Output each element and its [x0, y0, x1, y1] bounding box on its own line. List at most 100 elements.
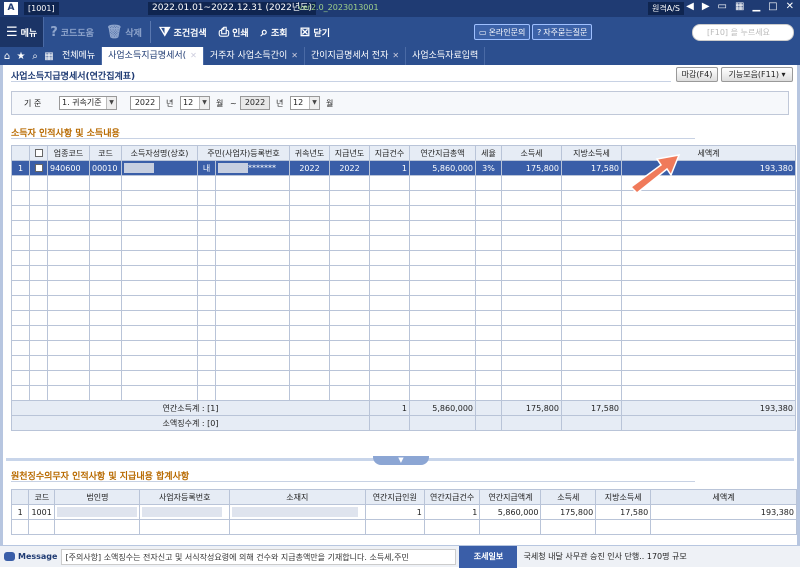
cell-name[interactable]: [121, 160, 198, 176]
delete-button[interactable]: 🗑 삭제: [100, 17, 148, 47]
empty-cell[interactable]: [29, 370, 48, 386]
empty-cell[interactable]: [561, 190, 622, 206]
cell-pay-year[interactable]: 2022: [329, 160, 370, 176]
empty-cell[interactable]: [197, 295, 216, 311]
empty-cell[interactable]: [409, 340, 476, 356]
table-row[interactable]: [11, 370, 796, 386]
empty-cell[interactable]: [409, 265, 476, 281]
empty-cell[interactable]: [475, 190, 502, 206]
empty-cell[interactable]: [561, 310, 622, 326]
empty-cell[interactable]: [369, 205, 410, 221]
query-button[interactable]: ⌕ 조회: [255, 17, 294, 47]
empty-cell[interactable]: [11, 205, 30, 221]
empty-cell[interactable]: [561, 175, 622, 191]
col-tax-rate[interactable]: 세율: [475, 145, 502, 161]
empty-cell[interactable]: [409, 370, 476, 386]
empty-cell[interactable]: [329, 355, 370, 371]
splitter-handle[interactable]: ▼: [373, 456, 429, 465]
empty-cell[interactable]: [29, 250, 48, 266]
empty-cell[interactable]: [561, 295, 622, 311]
col-pay-count[interactable]: 지급건수: [369, 145, 410, 161]
empty-cell[interactable]: [121, 280, 198, 296]
empty-cell[interactable]: [47, 220, 90, 236]
faq-button[interactable]: ? 자주묻는질문: [532, 24, 593, 40]
empty-cell[interactable]: [197, 250, 216, 266]
tab-close-icon[interactable]: ✕: [392, 51, 399, 60]
empty-cell[interactable]: [29, 235, 48, 251]
empty-cell[interactable]: [369, 295, 410, 311]
empty-cell[interactable]: [369, 265, 410, 281]
empty-cell[interactable]: [475, 220, 502, 236]
code-help-button[interactable]: ? 코드도움: [44, 17, 100, 47]
empty-cell[interactable]: [215, 355, 290, 371]
empty-cell[interactable]: [89, 175, 122, 191]
empty-cell[interactable]: [561, 235, 622, 251]
menu-button[interactable]: ☰ 메뉴: [0, 17, 45, 47]
tab-all-menu[interactable]: 전체메뉴: [56, 47, 103, 65]
empty-cell[interactable]: [409, 385, 476, 401]
empty-cell[interactable]: [369, 235, 410, 251]
empty-cell[interactable]: [215, 205, 290, 221]
empty-cell[interactable]: [47, 295, 90, 311]
empty-cell[interactable]: [329, 220, 370, 236]
empty-cell[interactable]: [475, 325, 502, 341]
empty-cell[interactable]: [47, 370, 90, 386]
empty-cell[interactable]: [11, 340, 30, 356]
empty-cell[interactable]: [11, 280, 30, 296]
table-row[interactable]: [10, 519, 797, 535]
empty-cell[interactable]: [121, 310, 198, 326]
empty-cell[interactable]: [121, 355, 198, 371]
empty-cell[interactable]: [29, 385, 48, 401]
empty-cell[interactable]: [621, 250, 796, 266]
tab-resident-business-income[interactable]: 거주자 사업소득간이 ✕: [204, 47, 305, 65]
empty-cell[interactable]: [475, 235, 502, 251]
empty-cell[interactable]: [621, 235, 796, 251]
empty-cell[interactable]: [47, 280, 90, 296]
forward-icon[interactable]: ▶: [702, 1, 710, 12]
to-month-select[interactable]: 12 ▼: [290, 96, 320, 110]
empty-cell[interactable]: [11, 385, 30, 401]
empty-cell[interactable]: [289, 205, 330, 221]
empty-cell[interactable]: [475, 205, 502, 221]
empty-cell[interactable]: [11, 355, 30, 371]
empty-cell[interactable]: [369, 280, 410, 296]
cell-nationality[interactable]: 내: [197, 160, 216, 176]
cell-code[interactable]: 1001: [28, 504, 56, 520]
cell-code[interactable]: 00010: [89, 160, 122, 176]
empty-cell[interactable]: [621, 310, 796, 326]
empty-cell[interactable]: [329, 250, 370, 266]
empty-cell[interactable]: [197, 205, 216, 221]
cell-income-tax[interactable]: 175,800: [501, 160, 562, 176]
empty-cell[interactable]: [197, 235, 216, 251]
to-year-input[interactable]: 2022: [240, 96, 270, 110]
fiscal-period[interactable]: 2022.01.01~2022.12.31 (2022년도): [148, 2, 316, 15]
empty-cell[interactable]: [561, 325, 622, 341]
empty-cell[interactable]: [121, 250, 198, 266]
empty-cell[interactable]: [369, 325, 410, 341]
empty-cell[interactable]: [47, 355, 90, 371]
empty-cell[interactable]: [329, 205, 370, 221]
empty-cell[interactable]: [197, 385, 216, 401]
empty-cell[interactable]: [47, 250, 90, 266]
empty-cell[interactable]: [621, 340, 796, 356]
col-annual-people[interactable]: 연간지급인원: [364, 489, 425, 505]
empty-cell[interactable]: [47, 265, 90, 281]
col-code[interactable]: 코드: [28, 489, 56, 505]
cell-biz-reg-number[interactable]: [139, 504, 231, 520]
col-attr-year[interactable]: 귀속년도: [289, 145, 330, 161]
empty-cell[interactable]: [501, 220, 562, 236]
cell-pay-count[interactable]: 1: [369, 160, 410, 176]
cell-local-tax[interactable]: 17,580: [561, 160, 622, 176]
search-small-icon[interactable]: ⌕: [28, 51, 42, 62]
empty-cell[interactable]: [89, 325, 122, 341]
col-income-tax[interactable]: 소득세: [540, 489, 597, 505]
minimize-icon[interactable]: ▁: [752, 1, 760, 12]
empty-cell[interactable]: [501, 355, 562, 371]
empty-cell[interactable]: [409, 175, 476, 191]
empty-cell[interactable]: [409, 205, 476, 221]
empty-cell[interactable]: [475, 340, 502, 356]
empty-cell[interactable]: [501, 310, 562, 326]
empty-cell[interactable]: [121, 205, 198, 221]
empty-cell[interactable]: [289, 220, 330, 236]
tab-business-income-input[interactable]: 사업소득자료입력: [406, 47, 486, 65]
